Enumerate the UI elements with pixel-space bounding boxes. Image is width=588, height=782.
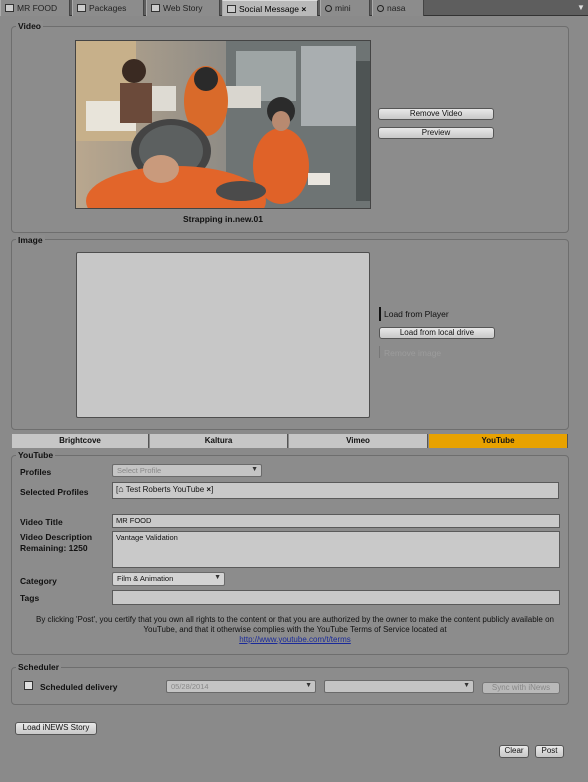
social-icon <box>227 5 236 13</box>
tab-youtube[interactable]: YouTube <box>429 434 568 448</box>
terms-text: By clicking 'Post', you certify that you… <box>35 615 554 634</box>
tab-vimeo[interactable]: Vimeo <box>289 434 428 448</box>
youtube-legend: YouTube <box>16 450 56 460</box>
remove-image-button[interactable]: Remove image <box>384 348 441 358</box>
tab-packages[interactable]: Packages <box>72 0 144 16</box>
description-remaining: Remaining: 1250 <box>20 543 88 553</box>
image-preview-area <box>76 252 370 418</box>
load-from-local-drive-button[interactable]: Load from local drive <box>379 327 495 339</box>
close-icon[interactable]: × <box>301 4 306 14</box>
tab-mr-food[interactable]: MR FOOD <box>0 0 70 16</box>
video-title-label: Video Title <box>20 517 63 527</box>
tab-nasa[interactable]: nasa <box>372 0 424 16</box>
terms-link[interactable]: http://www.youtube.com/t/terms <box>239 635 351 644</box>
schedule-time-select[interactable]: ▼ <box>324 680 474 693</box>
scheduled-delivery-label: Scheduled delivery <box>40 682 118 692</box>
video-legend: Video <box>16 21 43 31</box>
scheduler-legend: Scheduler <box>16 662 62 672</box>
remove-image-divider <box>379 346 380 358</box>
profiles-label: Profiles <box>20 467 52 477</box>
video-thumbnail <box>75 40 371 209</box>
tags-input[interactable] <box>112 590 560 605</box>
tab-social-message[interactable]: Social Message × <box>222 0 318 16</box>
scheduled-delivery-checkbox[interactable] <box>24 681 33 690</box>
chevron-down-icon: ▼ <box>305 682 312 689</box>
video-description-label: Video Description <box>20 532 93 542</box>
category-label: Category <box>20 576 57 586</box>
chevron-down-icon: ▼ <box>214 574 221 581</box>
tab-bar: MR FOOD Packages Web Story Social Messag… <box>0 0 588 16</box>
search-icon <box>377 5 384 12</box>
load-inews-story-button[interactable]: Load iNEWS Story <box>15 722 97 735</box>
tab-mini[interactable]: mini <box>320 0 370 16</box>
image-buttons-divider <box>379 307 381 321</box>
profiles-placeholder: Select Profile <box>117 466 162 475</box>
selected-profiles-label: Selected Profiles <box>20 487 89 497</box>
tab-kaltura[interactable]: Kaltura <box>150 434 288 448</box>
schedule-date-value: 05/28/2014 <box>171 682 209 691</box>
clear-button[interactable]: Clear <box>499 745 529 758</box>
post-button[interactable]: Post <box>535 745 564 758</box>
preview-button[interactable]: Preview <box>378 127 494 139</box>
image-legend: Image <box>16 235 45 245</box>
remove-tag-icon[interactable]: × <box>206 485 211 494</box>
load-from-player-link[interactable]: Load from Player <box>384 309 449 319</box>
document-icon <box>151 4 160 12</box>
schedule-date-select[interactable]: 05/28/2014 ▼ <box>166 680 316 693</box>
tags-label: Tags <box>20 593 40 603</box>
package-icon <box>77 4 86 12</box>
category-select[interactable]: Film & Animation ▼ <box>112 572 225 586</box>
video-title-input[interactable]: MR FOOD <box>112 514 560 528</box>
sync-with-inews-button[interactable]: Sync with iNews <box>482 682 560 694</box>
tab-brightcove[interactable]: Brightcove <box>12 434 149 448</box>
video-caption: Strapping in.new.01 <box>183 214 263 224</box>
category-value: Film & Animation <box>117 574 174 583</box>
video-description-textarea[interactable]: Vantage Validation <box>112 531 560 568</box>
home-icon: ⌂ <box>118 484 124 494</box>
tab-overflow-icon[interactable]: ▼ <box>576 2 586 13</box>
profile-tag-label: Test Roberts YouTube <box>125 485 205 494</box>
profile-tag: [⌂ Test Roberts YouTube ×] <box>116 484 214 494</box>
grid-icon <box>5 4 14 12</box>
chevron-down-icon: ▼ <box>251 466 258 473</box>
selected-profiles-field[interactable]: [⌂ Test Roberts YouTube ×] <box>112 482 559 499</box>
profiles-select[interactable]: Select Profile ▼ <box>112 464 262 477</box>
terms-notice: By clicking 'Post', you certify that you… <box>30 615 560 645</box>
remove-video-button[interactable]: Remove Video <box>378 108 494 120</box>
chevron-down-icon: ▼ <box>463 682 470 689</box>
tab-web-story[interactable]: Web Story <box>146 0 220 16</box>
search-icon <box>325 5 332 12</box>
